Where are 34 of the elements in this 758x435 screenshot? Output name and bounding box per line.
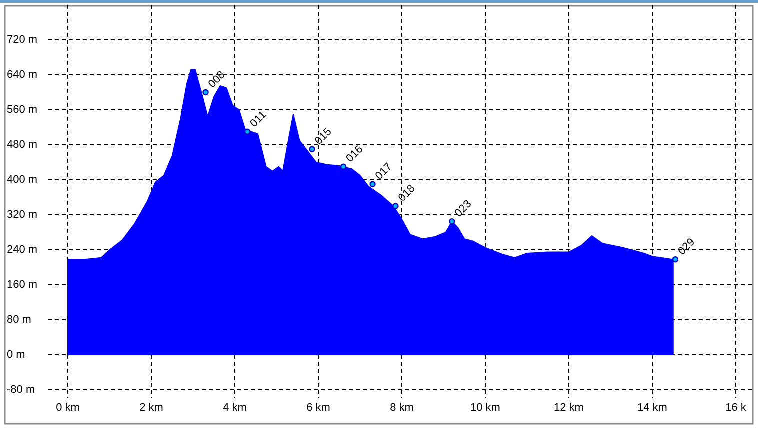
waypoint-label: 023 [452,198,474,220]
y-tick-label: -80 m [7,384,36,396]
x-tick-label: 14 km [638,402,668,414]
waypoint-label: 018 [396,182,418,204]
waypoint-marker [202,89,209,96]
waypoint-marker [309,146,316,152]
waypoint-label: 011 [248,109,270,130]
x-tick-label: 4 km [223,402,247,414]
y-tick-label: 80 m [7,314,32,326]
y-tick-label: 240 m [7,244,38,256]
waypoint-marker [370,181,376,188]
x-tick-label: 2 km [140,402,164,414]
y-tick-label: 560 m [7,104,38,116]
x-tick-label: 12 km [554,402,584,414]
y-tick-label: 400 m [7,174,38,186]
x-tick-label: 6 km [306,402,330,414]
y-tick-label: 480 m [7,139,38,151]
waypoint-marker [672,256,679,263]
waypoint-label: 017 [373,161,395,182]
y-tick-label: 640 m [7,69,38,81]
x-tick-label: 16 k [726,402,746,414]
waypoint-label: 015 [312,126,334,148]
x-tick-label: 10 km [470,402,500,414]
y-tick-label: 720 m [7,34,38,46]
y-tick-label: 0 m [7,349,26,361]
y-tick-label: 160 m [7,279,38,291]
waypoint-marker [244,128,251,135]
x-tick-label: 0 km [56,402,80,414]
x-tick-label: 8 km [390,402,414,414]
waypoint-marker [392,203,399,210]
waypoint-marker [340,164,347,170]
y-tick-label: 320 m [7,209,38,221]
waypoint-label: 016 [344,144,366,165]
waypoint-marker [449,218,456,225]
